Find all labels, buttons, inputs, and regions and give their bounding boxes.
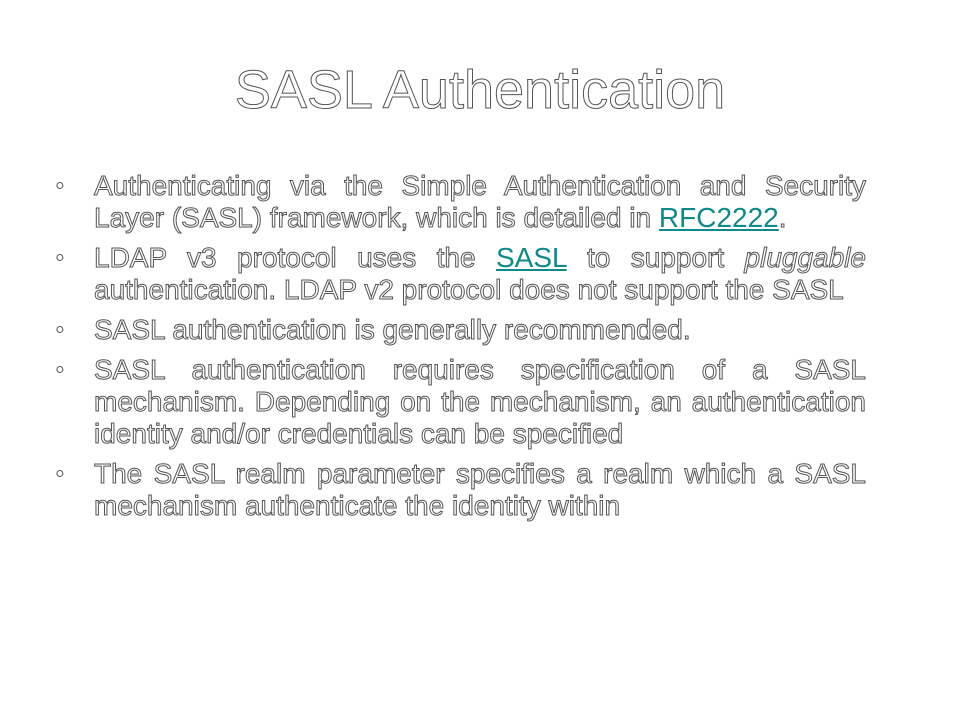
bullet-item-realm: • The SASL realm parameter specifies a r… <box>56 458 867 522</box>
bullet-item-mechanism: • SASL authentication requires specifica… <box>56 354 867 450</box>
sasl-link[interactable]: SASL <box>496 242 567 273</box>
slide-title: SASL Authentication <box>234 60 726 121</box>
bullet-text: SASL authentication is generally recomme… <box>94 314 692 346</box>
rfc2222-link[interactable]: RFC2222 <box>659 202 779 233</box>
bullet-text-end: authentication. LDAP v2 protocol does no… <box>94 274 845 306</box>
bullet-dot-icon: • <box>56 357 65 383</box>
bullet-text-mid: to support <box>566 242 745 274</box>
bullet-item-rfc: • Authenticating via the Simple Authenti… <box>56 170 867 234</box>
bullet-item-recommended: • SASL authentication is generally recom… <box>56 314 866 346</box>
bullet-dot-icon: • <box>56 317 65 343</box>
bullet-dot-icon: • <box>56 461 65 487</box>
bullet-text-end: . <box>778 202 787 234</box>
bullet-text: SASL authentication requires specificati… <box>94 354 867 450</box>
bullet-text: The SASL realm parameter specifies a rea… <box>94 458 867 522</box>
bullet-text: LDAP v3 protocol uses the <box>94 242 496 274</box>
bullet-item-ldap-v3: • LDAP v3 protocol uses the SASL to supp… <box>56 242 867 306</box>
bullet-dot-icon: • <box>56 173 65 199</box>
bullet-text-italic: pluggable <box>744 242 866 274</box>
bullet-dot-icon: • <box>56 245 65 271</box>
bullet-list: • Authenticating via the Simple Authenti… <box>56 170 867 530</box>
